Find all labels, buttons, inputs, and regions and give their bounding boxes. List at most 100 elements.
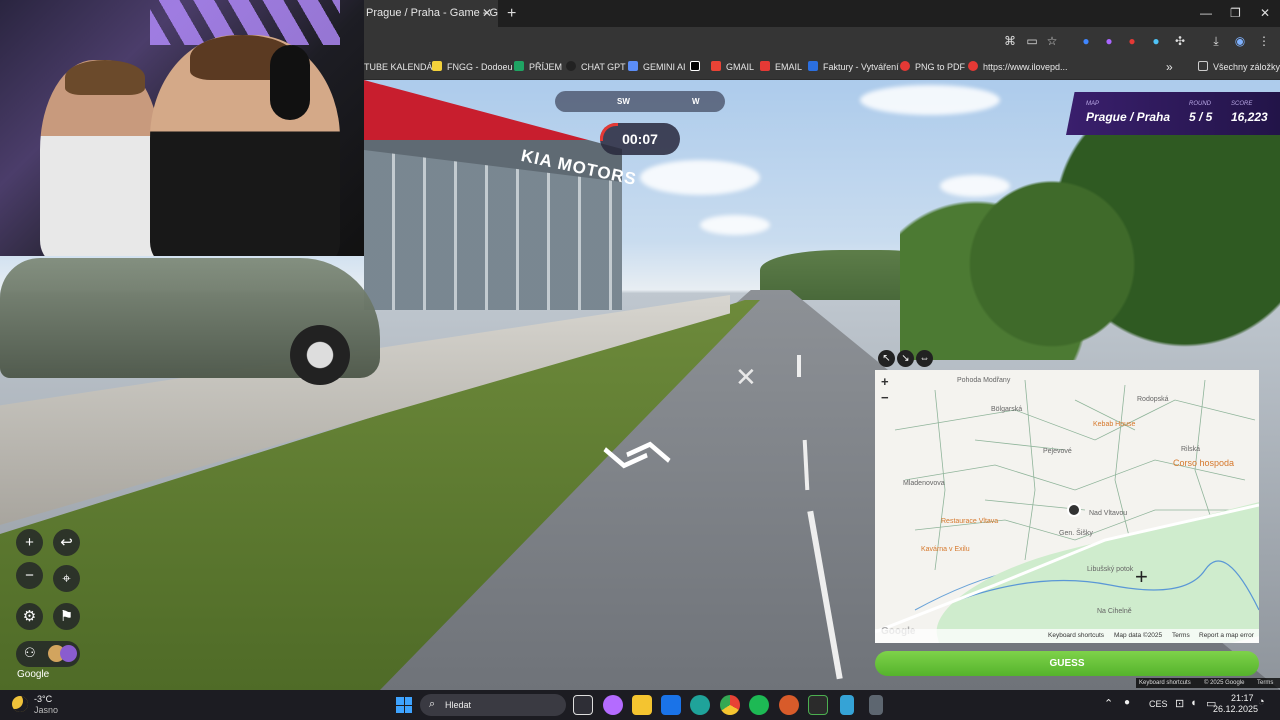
cloud: [860, 85, 1000, 115]
menu-kebab-icon[interactable]: ⋮: [1256, 33, 1272, 49]
cast-icon[interactable]: ▭: [1024, 33, 1040, 49]
set-checkpoint-button[interactable]: ⌖: [53, 565, 80, 592]
spotify-icon[interactable]: [749, 695, 769, 715]
roadside-trees: [900, 120, 1280, 360]
shrink-map-icon[interactable]: ↘: [897, 350, 914, 367]
guess-button[interactable]: GUESS: [875, 651, 1259, 676]
bookmark-item[interactable]: https://www.ilovepd...: [968, 55, 1068, 80]
map-keyboard-shortcuts-link[interactable]: Keyboard shortcuts: [1048, 632, 1104, 639]
bookmark-item[interactable]: CHAT GPT: [566, 55, 626, 80]
translate-icon[interactable]: ⌘: [1002, 33, 1018, 49]
bookmark-item[interactable]: GMAIL: [711, 55, 754, 80]
report-map-error-link[interactable]: Report a map error: [1199, 632, 1254, 639]
compass-heading-w: W: [692, 97, 700, 106]
map-poi-label: Kebab House: [1093, 421, 1136, 428]
show-hidden-icons-chevron-icon[interactable]: ⌃: [1104, 697, 1113, 710]
bookmark-item[interactable]: TUBE KALENDÁŘ: [364, 55, 439, 80]
bookmark-item[interactable]: PNG to PDF: [900, 55, 965, 80]
profile-avatar-icon[interactable]: ◉: [1232, 33, 1248, 49]
car-wheel: [290, 325, 350, 385]
all-bookmarks-folder[interactable]: Všechny záložky: [1198, 55, 1280, 80]
bookmark-item[interactable]: PŘÍJEM: [514, 55, 562, 80]
bookmark-item[interactable]: EMAIL: [760, 55, 802, 80]
bookmark-star-icon[interactable]: ☆: [1044, 33, 1060, 49]
score-value: 16,223: [1231, 110, 1268, 124]
tab-close-icon[interactable]: ✕: [482, 0, 492, 27]
cloud: [640, 160, 760, 195]
map-zoom-in-button[interactable]: +: [881, 374, 889, 389]
zoom-out-button[interactable]: −: [16, 562, 43, 589]
settings-gear-icon[interactable]: ⚙: [16, 603, 43, 630]
tab-title: Prague / Praha - Game - GeoG: [366, 7, 498, 19]
input-language[interactable]: CES: [1149, 699, 1168, 709]
microphone-icon[interactable]: ●: [1124, 697, 1130, 708]
map-street-label: Pejevové: [1043, 448, 1072, 455]
maximize-button[interactable]: ❐: [1230, 0, 1241, 27]
search-icon: ⌕: [429, 698, 436, 710]
map-poi-label: Pohoda Modřany: [957, 377, 1011, 384]
download-icon[interactable]: ⤓: [1208, 33, 1224, 49]
new-tab-button[interactable]: +: [507, 0, 516, 27]
minimize-button[interactable]: —: [1200, 0, 1212, 27]
weather-temperature[interactable]: -3°C: [34, 694, 52, 704]
network-icon[interactable]: ⊡: [1175, 697, 1184, 710]
outlook-icon[interactable]: [661, 695, 681, 715]
notifications-bell-icon[interactable]: ◔: [1258, 696, 1265, 708]
bookmark-favicon: [514, 61, 524, 71]
cloud: [700, 215, 770, 235]
map-footer: Keyboard shortcuts Map data ©2025 Terms …: [875, 629, 1259, 643]
weather-moon-icon[interactable]: [12, 696, 28, 712]
bookmark-item[interactable]: [690, 55, 705, 80]
guess-map[interactable]: + − Pohoda Modřany Kebab House Corso hos…: [875, 370, 1259, 643]
player-position-pin: [1067, 503, 1081, 517]
chrome-icon[interactable]: [720, 695, 740, 715]
volume-icon[interactable]: ◖: [1190, 697, 1197, 709]
bookmark-favicon: [968, 61, 978, 71]
pin-map-icon[interactable]: ⇔: [916, 350, 933, 367]
people-icon: ⚇: [24, 645, 36, 660]
zoom-in-button[interactable]: +: [16, 529, 43, 556]
bookmark-item[interactable]: FNGG - Dodoeu: [432, 55, 513, 80]
bookmark-item[interactable]: GEMINI AI: [628, 55, 686, 80]
player-avatar: [60, 645, 77, 662]
players-pill[interactable]: ⚇: [16, 641, 80, 667]
map-zoom-out-button[interactable]: −: [881, 390, 889, 405]
search-placeholder: Hledat: [445, 700, 472, 710]
clock-date[interactable]: 26.12.2025: [1213, 704, 1258, 714]
bookmark-favicon: [900, 61, 910, 71]
bookmarks-overflow-button[interactable]: »: [1166, 55, 1173, 80]
notepad-icon[interactable]: [840, 695, 854, 715]
obs-icon[interactable]: [779, 695, 799, 715]
keyboard-shortcuts-link[interactable]: Keyboard shortcuts: [1139, 678, 1191, 688]
bookmark-item[interactable]: Faktury - Vytváření: [808, 55, 899, 80]
tab-geoguessr[interactable]: Prague / Praha - Game - GeoG ✕: [364, 0, 498, 27]
start-windows-icon[interactable]: [396, 697, 412, 713]
enlarge-map-icon[interactable]: ↖: [878, 350, 895, 367]
undo-move-button[interactable]: ↩: [53, 529, 80, 556]
weather-condition[interactable]: Jasno: [34, 705, 58, 715]
task-view-icon[interactable]: [573, 695, 593, 715]
calculator-icon[interactable]: [869, 695, 883, 715]
return-to-start-flag-icon[interactable]: ⚑: [53, 603, 80, 630]
map-street-label: Rilská: [1181, 446, 1201, 453]
bookmark-favicon: [690, 61, 700, 71]
map-data-attribution: Map data ©2025: [1114, 632, 1163, 639]
extension-icon[interactable]: ●: [1148, 33, 1164, 49]
file-explorer-icon[interactable]: [632, 695, 652, 715]
extensions-puzzle-icon[interactable]: ✣: [1172, 33, 1188, 49]
extension-icon[interactable]: ●: [1078, 33, 1094, 49]
extension-icon[interactable]: ●: [1124, 33, 1140, 49]
map-poi-label: Corso hospoda: [1173, 458, 1235, 468]
terms-link[interactable]: Terms: [1257, 678, 1273, 688]
bookmark-favicon: [760, 61, 770, 71]
edge-icon[interactable]: [690, 695, 710, 715]
extension-icon[interactable]: ●: [1101, 33, 1117, 49]
map-value: Prague / Praha: [1086, 110, 1171, 124]
taskbar-search[interactable]: ⌕ Hledat: [420, 694, 566, 716]
map-terms-link[interactable]: Terms: [1172, 632, 1190, 639]
copilot-icon[interactable]: [603, 695, 623, 715]
terminal-icon[interactable]: [808, 695, 828, 715]
close-window-button[interactable]: ✕: [1260, 0, 1270, 27]
clock-time[interactable]: 21:17: [1231, 693, 1254, 703]
move-back-arrow[interactable]: ︿: [596, 437, 651, 509]
